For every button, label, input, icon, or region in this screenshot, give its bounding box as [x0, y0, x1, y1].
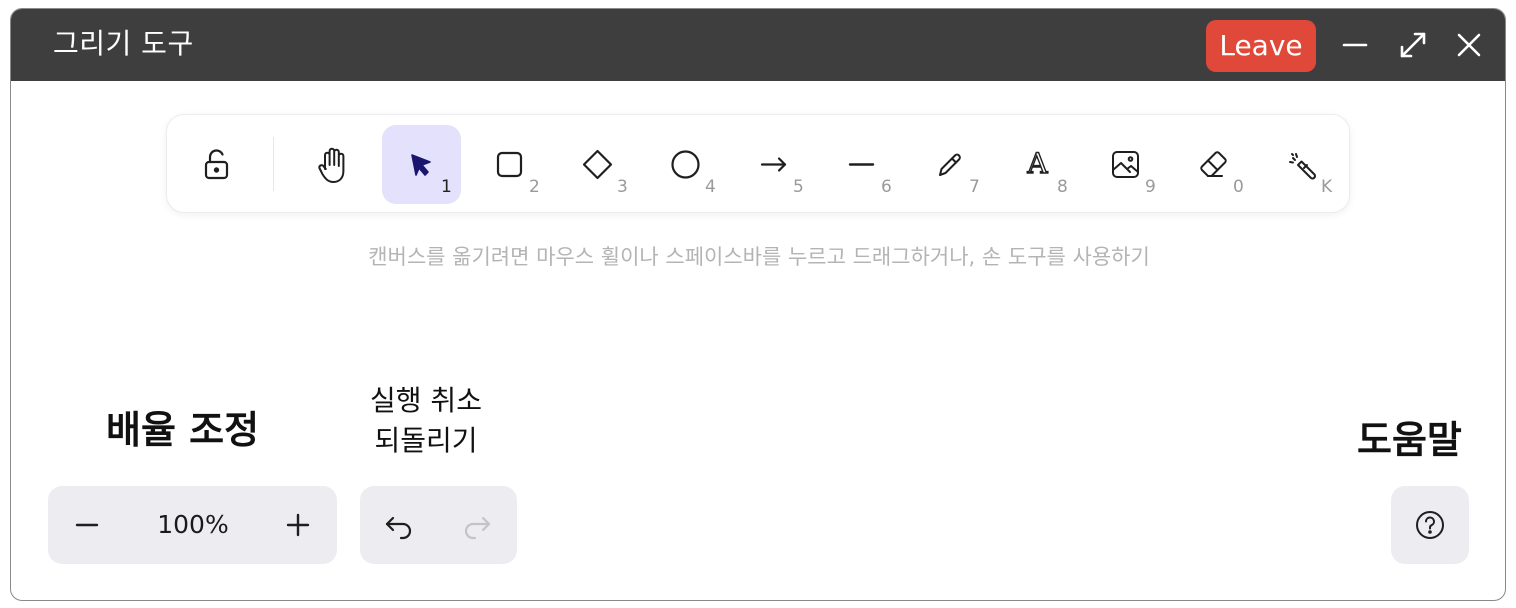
undo-button[interactable]	[360, 486, 438, 564]
tool-shortcut-key: 4	[705, 177, 716, 197]
zoom-panel: 100%	[48, 486, 337, 564]
tool-eraser[interactable]: 0	[1174, 125, 1253, 204]
tool-shortcut-key: 8	[1057, 177, 1068, 197]
tool-shortcut-key: 3	[617, 177, 628, 197]
tool-shortcut-key: 2	[529, 177, 540, 197]
tool-selection[interactable]: 1	[382, 125, 461, 204]
tool-shortcut-key: 0	[1233, 177, 1244, 197]
tool-arrow[interactable]: 5	[734, 125, 813, 204]
tool-lock[interactable]	[177, 125, 256, 204]
tool-palette: 1 2 3 4 5 6 7 A 8 9 0 K	[166, 114, 1350, 213]
tool-shortcut-key: K	[1321, 177, 1333, 197]
plus-icon	[286, 513, 310, 537]
tool-shortcut-key: 6	[881, 177, 892, 197]
tool-laser[interactable]: K	[1262, 125, 1341, 204]
redo-button[interactable]	[438, 486, 516, 564]
minus-icon	[75, 523, 99, 527]
unlock-icon	[204, 149, 229, 180]
close-icon[interactable]	[1449, 25, 1489, 65]
window-title: 그리기 도구	[53, 27, 194, 60]
question-icon	[1416, 511, 1444, 539]
undo-label: 실행 취소	[370, 384, 482, 417]
tool-hand[interactable]	[294, 125, 373, 204]
undo-redo-panel	[360, 486, 517, 564]
help-button[interactable]	[1391, 486, 1469, 564]
tool-draw[interactable]: 7	[910, 125, 989, 204]
hand-icon	[318, 147, 345, 183]
toolbar-divider	[273, 137, 274, 191]
zoom-label: 배율 조정	[106, 408, 260, 452]
redo-label: 되돌리기	[374, 424, 478, 457]
redo-icon	[464, 516, 491, 540]
canvas-hint: 캔버스를 옮기려면 마우스 휠이나 스페이스바를 누르고 드래그하거나, 손 도…	[368, 245, 1150, 269]
zoom-out-button[interactable]	[48, 486, 126, 564]
help-panel	[1391, 486, 1469, 564]
zoom-in-button[interactable]	[259, 486, 337, 564]
tool-line[interactable]: 6	[822, 125, 901, 204]
leave-button[interactable]: Leave	[1206, 20, 1316, 72]
zoom-level[interactable]: 100%	[138, 486, 248, 564]
minimize-icon[interactable]	[1335, 25, 1375, 65]
tool-shortcut-key: 1	[441, 177, 452, 197]
tool-diamond[interactable]: 3	[558, 125, 637, 204]
tool-text[interactable]: A 8	[998, 125, 1077, 204]
help-label: 도움말	[1357, 418, 1462, 462]
drawing-tool-window: 그리기 도구 Leave 1 2 3 4 5 6 7 A 8 9 0 K 캔버스…	[10, 8, 1506, 601]
tool-rectangle[interactable]: 2	[470, 125, 549, 204]
undo-redo-label: 실행 취소 되돌리기	[356, 381, 496, 461]
tool-ellipse[interactable]: 4	[646, 125, 725, 204]
tool-shortcut-key: 9	[1145, 177, 1156, 197]
tool-shortcut-key: 7	[969, 177, 980, 197]
svg-text:A: A	[1026, 147, 1048, 180]
tool-shortcut-key: 5	[793, 177, 804, 197]
undo-icon	[385, 516, 412, 540]
title-bar: 그리기 도구 Leave	[11, 9, 1505, 81]
tool-image[interactable]: 9	[1086, 125, 1165, 204]
maximize-icon[interactable]	[1393, 25, 1433, 65]
